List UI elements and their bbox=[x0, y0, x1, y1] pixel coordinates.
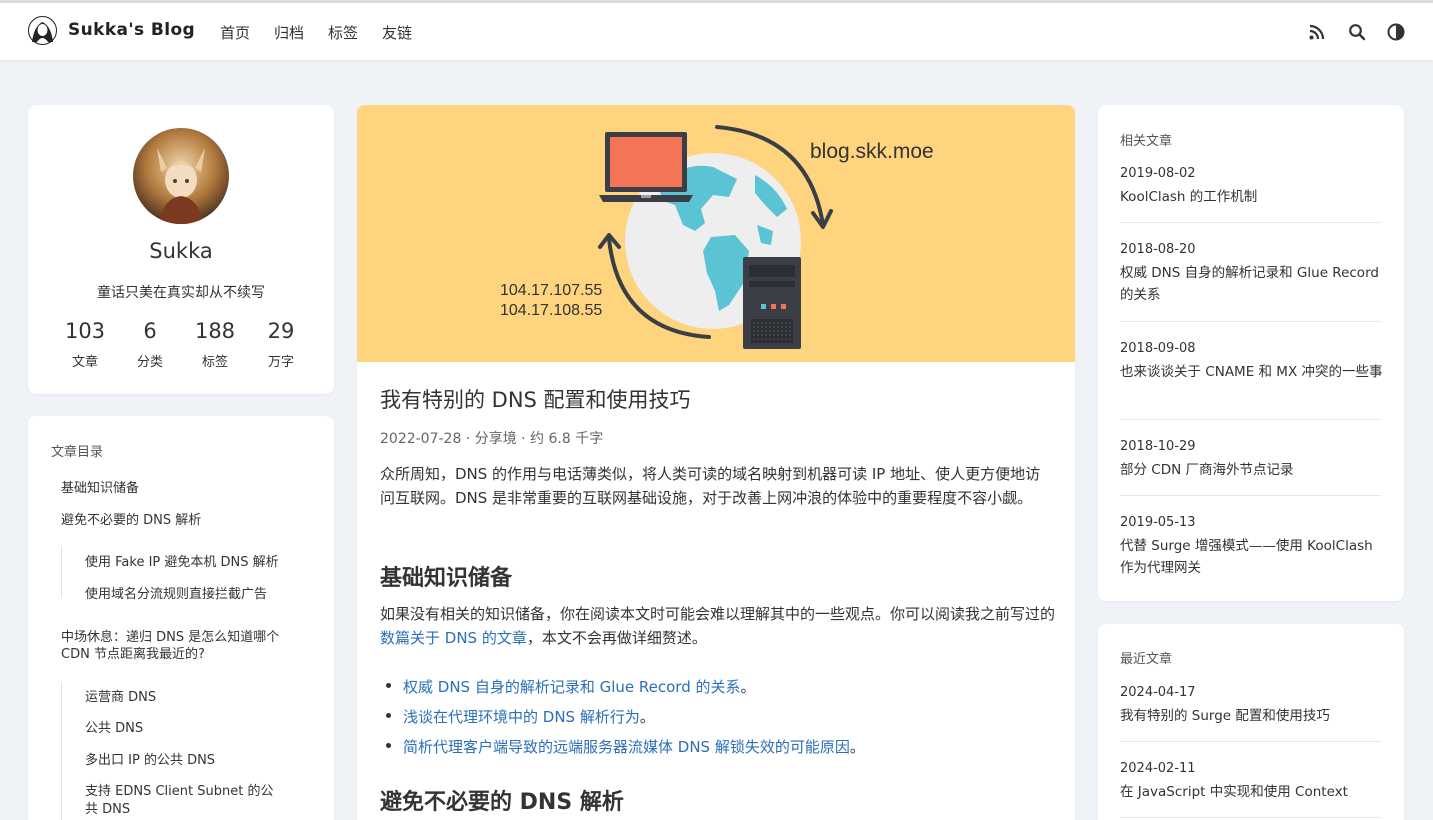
post-date: 2024-02-11 bbox=[1120, 761, 1196, 776]
divider bbox=[1120, 817, 1381, 818]
post-link[interactable]: 代替 Surge 增强模式——使用 KoolClash 作为代理网关 bbox=[1120, 535, 1384, 579]
post-date: 2018-09-08 bbox=[1120, 341, 1196, 356]
stat-articles[interactable]: 103 文章 bbox=[55, 319, 115, 370]
toc-item[interactable]: 基础知识储备 bbox=[61, 480, 139, 498]
list-item: 权威 DNS 自身的解析记录和 Glue Record 的关系。 bbox=[386, 676, 756, 697]
avatar[interactable] bbox=[133, 128, 229, 224]
article-link[interactable]: 权威 DNS 自身的解析记录和 Glue Record 的关系 bbox=[403, 678, 741, 696]
recent-title: 最近文章 bbox=[1120, 652, 1173, 667]
profile-motto: 童话只美在真实却从不续写 bbox=[97, 285, 265, 301]
article-link[interactable]: 浅谈在代理环境中的 DNS 解析行为 bbox=[403, 708, 640, 726]
bullet-icon bbox=[386, 683, 391, 688]
main-nav: 首页 归档 标签 友链 bbox=[220, 22, 436, 43]
site-header: Sukka's Blog 首页 归档 标签 友链 bbox=[0, 3, 1433, 60]
stat-value: 103 bbox=[64, 319, 106, 343]
article-title[interactable]: 我有特别的 DNS 配置和使用技巧 bbox=[380, 384, 691, 414]
punctuation: 。 bbox=[639, 708, 655, 726]
list-item: 简析代理客户端导致的远端服务器流媒体 DNS 解锁失效的可能原因。 bbox=[386, 736, 865, 757]
toc-indent-line bbox=[61, 682, 62, 820]
search-icon[interactable] bbox=[1348, 23, 1366, 41]
toc-item[interactable]: 使用 Fake IP 避免本机 DNS 解析 bbox=[85, 554, 279, 572]
toc-item[interactable]: 共 DNS bbox=[85, 801, 130, 819]
stat-label: 万字 bbox=[267, 355, 294, 370]
post-date: 2024-04-17 bbox=[1120, 685, 1196, 700]
stat-value: 6 bbox=[143, 319, 157, 343]
bullet-icon bbox=[386, 743, 391, 748]
bullet-icon bbox=[386, 713, 391, 718]
stat-label: 分类 bbox=[136, 355, 163, 370]
paragraph-text: 如果没有相关的知识储备，你在阅读本文时可能会难以理解其中的一些观点。你可以阅读我… bbox=[380, 605, 1056, 623]
toc-item[interactable]: 多出口 IP 的公共 DNS bbox=[85, 752, 215, 770]
toc-indent-line bbox=[61, 546, 62, 598]
article-meta: 2022-07-28 · 分享境 · 约 6.8 千字 bbox=[380, 431, 604, 447]
article-link[interactable]: 数篇关于 DNS 的文章 bbox=[380, 629, 527, 647]
stat-value: 188 bbox=[194, 319, 236, 343]
post-link[interactable]: KoolClash 的工作机制 bbox=[1120, 186, 1384, 208]
punctuation: 。 bbox=[849, 738, 865, 756]
stat-value: 29 bbox=[267, 319, 295, 343]
profile-card: Sukka 童话只美在真实却从不续写 103 文章 6 分类 188 标签 29… bbox=[28, 105, 334, 394]
divider bbox=[1120, 222, 1381, 223]
post-link[interactable]: 我有特别的 Surge 配置和使用技巧 bbox=[1120, 705, 1384, 727]
toc-item[interactable]: CDN 节点距离我最近的? bbox=[61, 646, 205, 664]
stat-tags[interactable]: 188 标签 bbox=[185, 319, 245, 370]
post-link[interactable]: 部分 CDN 厂商海外节点记录 bbox=[1120, 459, 1384, 481]
article-card: blog.skk.moe 104.17.107.55 104.17.108.55… bbox=[357, 105, 1075, 820]
post-date: 2018-10-29 bbox=[1120, 439, 1196, 454]
profile-name: Sukka bbox=[149, 239, 213, 263]
article-paragraph: 如果没有相关的知识储备，你在阅读本文时可能会难以理解其中的一些观点。你可以阅读我… bbox=[380, 602, 1055, 650]
stat-label: 文章 bbox=[71, 355, 98, 370]
article-heading: 避免不必要的 DNS 解析 bbox=[380, 790, 624, 815]
toc-item[interactable]: 支持 EDNS Client Subnet 的公 bbox=[85, 783, 273, 801]
site-logo-icon[interactable] bbox=[28, 16, 57, 45]
divider bbox=[1120, 495, 1381, 496]
hero-ip-text: 104.17.107.55 bbox=[500, 282, 602, 299]
hero-image[interactable]: blog.skk.moe 104.17.107.55 104.17.108.55 bbox=[357, 105, 1075, 362]
post-link[interactable]: 也来谈谈关于 CNAME 和 MX 冲突的一些事 bbox=[1120, 361, 1384, 383]
post-link[interactable]: 在 JavaScript 中实现和使用 Context bbox=[1120, 781, 1384, 803]
toc-item[interactable]: 中场休息：递归 DNS 是怎么知道哪个 bbox=[61, 629, 279, 647]
nav-home[interactable]: 首页 bbox=[220, 22, 274, 43]
post-date: 2019-05-13 bbox=[1120, 515, 1196, 530]
punctuation: 。 bbox=[740, 678, 756, 696]
list-item: 浅谈在代理环境中的 DNS 解析行为。 bbox=[386, 706, 655, 727]
nav-tags[interactable]: 标签 bbox=[328, 22, 382, 43]
post-date: 2019-08-02 bbox=[1120, 166, 1196, 181]
post-date: 2018-08-20 bbox=[1120, 242, 1196, 257]
divider bbox=[1120, 741, 1381, 742]
hero-ip-text: 104.17.108.55 bbox=[500, 302, 602, 319]
rss-icon[interactable] bbox=[1308, 23, 1326, 41]
stat-words: 29 万字 bbox=[251, 319, 311, 370]
article-link[interactable]: 简析代理客户端导致的远端服务器流媒体 DNS 解锁失效的可能原因 bbox=[403, 738, 850, 756]
article-heading: 基础知识储备 bbox=[380, 566, 513, 591]
site-title[interactable]: Sukka's Blog bbox=[68, 20, 195, 40]
divider bbox=[1120, 419, 1381, 420]
nav-friends[interactable]: 友链 bbox=[382, 22, 436, 43]
toc-item[interactable]: 公共 DNS bbox=[85, 720, 143, 738]
related-posts-card: 相关文章 2019-08-02 KoolClash 的工作机制 2018-08-… bbox=[1098, 105, 1404, 601]
stat-categories[interactable]: 6 分类 bbox=[120, 319, 180, 370]
theme-toggle-icon[interactable] bbox=[1387, 23, 1405, 41]
divider bbox=[1120, 321, 1381, 322]
stat-label: 标签 bbox=[201, 355, 228, 370]
post-link[interactable]: 权威 DNS 自身的解析记录和 Glue Record 的关系 bbox=[1120, 262, 1384, 306]
paragraph-text: ，本文不会再做详细赘述。 bbox=[526, 629, 707, 647]
toc-item[interactable]: 运营商 DNS bbox=[85, 689, 156, 707]
toc-title: 文章目录 bbox=[51, 445, 104, 460]
toc-item[interactable]: 避免不必要的 DNS 解析 bbox=[61, 512, 201, 530]
toc-item[interactable]: 使用域名分流规则直接拦截广告 bbox=[85, 586, 267, 604]
recent-posts-card: 最近文章 2024-04-17 我有特别的 Surge 配置和使用技巧 2024… bbox=[1098, 624, 1404, 820]
article-paragraph: 众所周知，DNS 的作用与电话薄类似，将人类可读的域名映射到机器可读 IP 地址… bbox=[380, 465, 1041, 507]
hero-domain-text: blog.skk.moe bbox=[810, 140, 934, 163]
nav-archive[interactable]: 归档 bbox=[274, 22, 328, 43]
related-title: 相关文章 bbox=[1120, 134, 1173, 149]
toc-card: 文章目录 基础知识储备 避免不必要的 DNS 解析 使用 Fake IP 避免本… bbox=[28, 416, 334, 820]
